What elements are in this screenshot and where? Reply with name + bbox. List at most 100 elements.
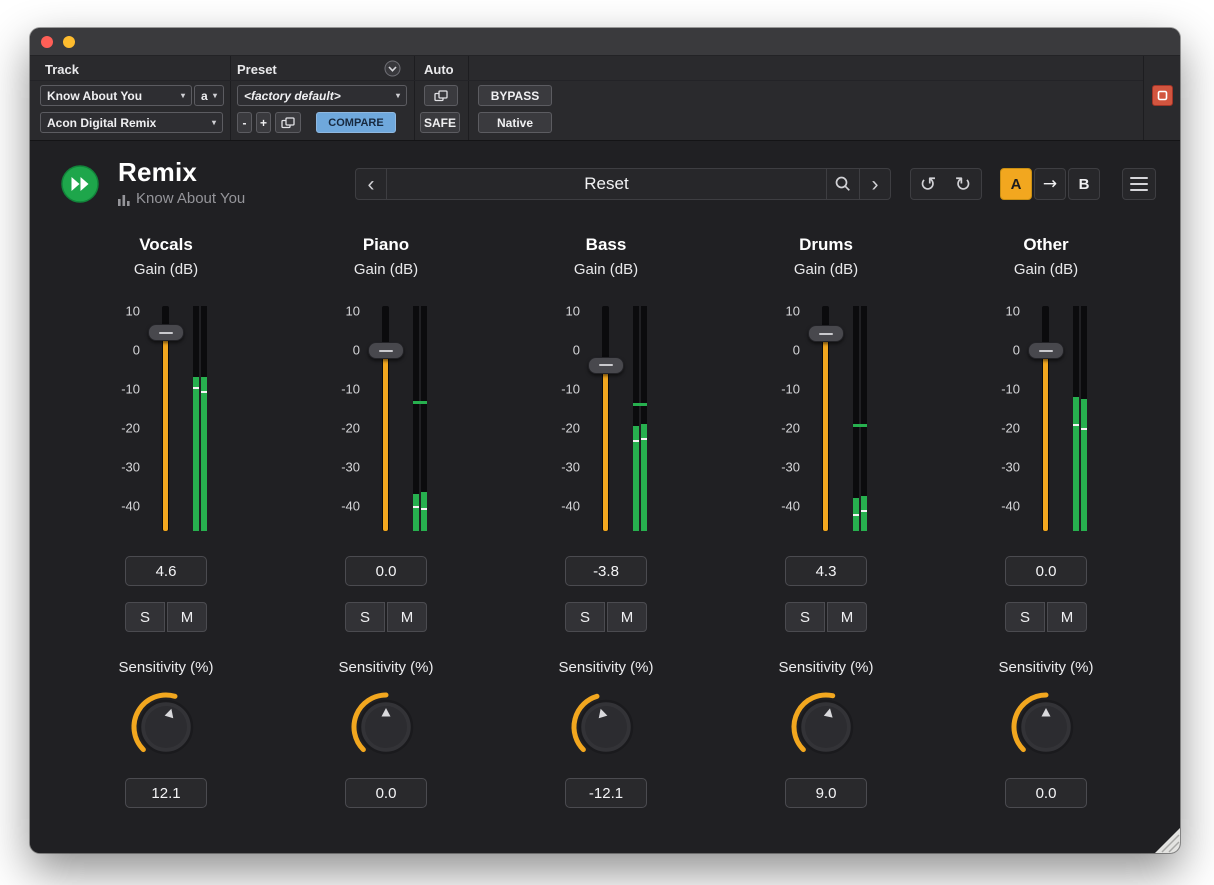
fader-scale-label: -20 [561,421,580,436]
solo-button[interactable]: S [125,602,165,632]
ab-compare-a-button[interactable]: A [1000,168,1032,200]
fader-scale-label: 10 [346,304,360,319]
sensitivity-label: Sensitivity (%) [338,658,433,678]
fader-scale-label: 0 [353,343,360,358]
mute-button[interactable]: M [1047,602,1087,632]
gain-value-field[interactable]: 0.0 [1005,556,1087,586]
target-button[interactable] [1152,85,1173,106]
mute-button[interactable]: M [167,602,207,632]
fader-scale-label: -10 [781,382,800,397]
channel-strip-piano: Piano Gain (dB) 100-10-20-30-40 0.0 S M … [276,233,496,808]
meter-fill [633,426,639,531]
sensitivity-knob[interactable] [127,688,205,766]
gain-label: Gain (dB) [134,259,198,281]
sensitivity-knob[interactable] [787,688,865,766]
gain-label: Gain (dB) [354,259,418,281]
resize-grip[interactable] [1154,827,1180,853]
sensitivity-value-field[interactable]: 12.1 [125,778,207,808]
fader-scale-label: -20 [781,421,800,436]
remix-logo-icon [61,165,99,203]
gain-fader-track[interactable] [1042,306,1049,531]
mute-button[interactable]: M [387,602,427,632]
meter-peak-line [1081,428,1087,430]
ab-compare-b-button[interactable]: B [1068,168,1100,200]
gain-fader-handle[interactable] [368,342,404,359]
search-preset-button[interactable] [826,169,860,199]
fader-scale-label: 10 [1006,304,1020,319]
level-meter [633,306,647,531]
meter-right-channel [421,306,427,531]
fader-scale-label: 0 [1013,343,1020,358]
undo-button[interactable]: ↺ [910,168,946,200]
previous-preset-button[interactable]: ‹ [356,169,386,199]
fader-scale-label: -20 [341,421,360,436]
track-variant-value: a [201,89,208,103]
native-button[interactable]: Native [478,112,552,133]
chevron-down-icon: ▾ [181,91,185,100]
gain-fader-handle[interactable] [148,324,184,341]
channel-strip-other: Other Gain (dB) 100-10-20-30-40 0.0 S M … [936,233,1156,808]
fader-area: 100-10-20-30-40 [936,289,1156,539]
compare-button[interactable]: COMPARE [316,112,396,133]
mute-button[interactable]: M [607,602,647,632]
gain-fader-handle[interactable] [588,357,624,374]
preset-name-field[interactable]: Reset [386,169,826,199]
channel-strip-vocals: Vocals Gain (dB) 100-10-20-30-40 4.6 S M… [56,233,276,808]
gain-label: Gain (dB) [1014,259,1078,281]
auto-enable-button[interactable] [424,85,458,106]
fader-handle-line [159,332,173,334]
preset-decrement-button[interactable]: - [237,112,252,133]
track-variant-selector[interactable]: a ▾ [194,85,224,106]
ab-copy-arrow-button[interactable]: → [1034,168,1066,200]
fader-scale-label: -40 [341,499,360,514]
gain-value-field[interactable]: -3.8 [565,556,647,586]
gain-fader-track[interactable] [382,306,389,531]
minimize-button[interactable] [63,36,75,48]
gain-fader-handle[interactable] [808,325,844,342]
level-meter [413,306,427,531]
toolbar-separator [1143,56,1144,140]
plugin-selector[interactable]: Acon Digital Remix ▾ [40,112,223,133]
bypass-button[interactable]: BYPASS [478,85,552,106]
sensitivity-knob[interactable] [1007,688,1085,766]
menu-button[interactable] [1122,168,1156,200]
gain-value-field[interactable]: 0.0 [345,556,427,586]
solo-button[interactable]: S [785,602,825,632]
sensitivity-value-field[interactable]: 0.0 [1005,778,1087,808]
solo-button[interactable]: S [345,602,385,632]
solo-mute-group: S M [1005,602,1087,632]
preset-menu-icon[interactable] [384,60,401,77]
window-titlebar[interactable] [30,28,1180,56]
fader-handle-line [1039,350,1053,352]
solo-button[interactable]: S [1005,602,1045,632]
chevron-down-icon: ▾ [213,91,217,100]
fader-scale-label: -30 [1001,460,1020,475]
gain-fader-handle[interactable] [1028,342,1064,359]
fader-scale-label: -30 [341,460,360,475]
track-selector-value: Know About You [47,89,142,103]
meter-left-channel [193,306,199,531]
safe-button[interactable]: SAFE [420,112,460,133]
next-preset-button[interactable]: › [860,169,890,199]
meter-peak-line [853,514,859,516]
sensitivity-value-field[interactable]: 0.0 [345,778,427,808]
sensitivity-value-field[interactable]: -12.1 [565,778,647,808]
preset-increment-button[interactable]: + [256,112,271,133]
track-selector[interactable]: Know About You ▾ [40,85,192,106]
mute-button[interactable]: M [827,602,867,632]
copy-preset-button[interactable] [275,112,301,133]
close-button[interactable] [41,36,53,48]
redo-button[interactable]: ↻ [945,168,982,200]
gain-value-field[interactable]: 4.3 [785,556,867,586]
solo-button[interactable]: S [565,602,605,632]
preset-selector[interactable]: <factory default> ▾ [237,85,407,106]
gain-value-field[interactable]: 4.6 [125,556,207,586]
gain-fader-track[interactable] [602,306,609,531]
fader-handle-line [819,333,833,335]
sensitivity-value-field[interactable]: 9.0 [785,778,867,808]
automation-icon [434,90,448,102]
sensitivity-knob[interactable] [567,688,645,766]
toolbar-separator [230,56,231,140]
sensitivity-knob[interactable] [347,688,425,766]
fader-scale-label: -10 [1001,382,1020,397]
